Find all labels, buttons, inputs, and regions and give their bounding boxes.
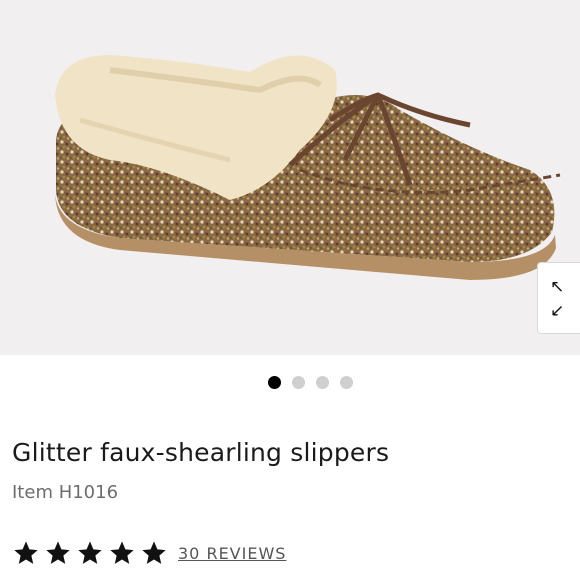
gallery-dot-3[interactable] <box>316 376 329 389</box>
gallery-pagination <box>268 376 353 389</box>
star-icon <box>46 541 70 564</box>
gallery-dot-2[interactable] <box>292 376 305 389</box>
expand-down-left-icon: ↙ <box>550 301 565 321</box>
expand-up-left-icon: ↖ <box>550 277 565 297</box>
gallery-dot-1[interactable] <box>268 376 281 389</box>
expand-image-button[interactable]: ↖ ↙ <box>537 262 580 334</box>
star-icon <box>14 541 38 564</box>
gallery-dot-4[interactable] <box>340 376 353 389</box>
product-title: Glitter faux-shearling slippers <box>12 438 390 467</box>
product-image-gallery[interactable]: ↖ ↙ <box>0 0 580 355</box>
star-icon <box>142 541 166 564</box>
item-number: Item H1016 <box>12 482 119 503</box>
star-icon <box>78 541 102 564</box>
product-photo-glitter-slipper <box>55 55 561 280</box>
reviews-link[interactable]: 30 REVIEWS <box>178 544 286 563</box>
star-icon <box>110 541 134 564</box>
star-rating <box>12 539 168 567</box>
